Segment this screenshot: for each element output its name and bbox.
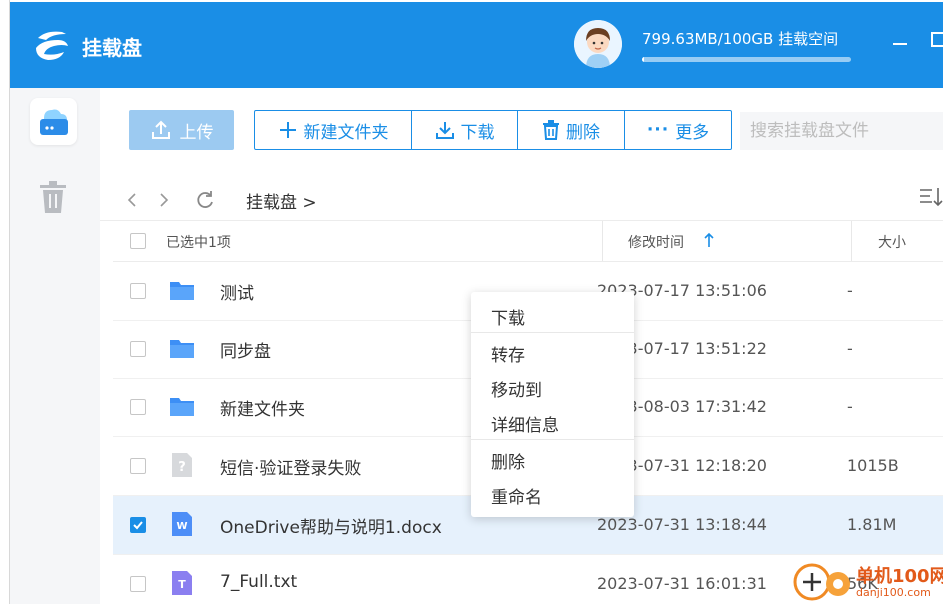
file-size: 1015B (847, 456, 899, 475)
more-dots-icon: ··· (646, 120, 670, 140)
breadcrumb[interactable]: 挂载盘 > (246, 188, 317, 213)
folder-icon (170, 398, 194, 416)
menu-item-details[interactable]: 详细信息 (491, 411, 559, 436)
file-name: OneDrive帮助与说明1.docx (220, 518, 442, 538)
menu-separator (471, 332, 634, 333)
table-header: 已选中1项 修改时间 大小 (113, 221, 943, 262)
column-divider[interactable] (602, 221, 603, 261)
select-all-checkbox[interactable] (130, 233, 146, 249)
new-folder-label: 新建文件夹 (303, 122, 389, 143)
new-folder-button[interactable]: 新建文件夹 (255, 111, 412, 149)
text-file-icon: T (172, 571, 192, 595)
file-name: 短信·验证登录失败 (220, 459, 362, 479)
breadcrumb-current: 挂载盘 (246, 193, 297, 213)
breadcrumb-separator: > (302, 193, 317, 213)
sort-asc-arrow-icon[interactable] (703, 232, 715, 248)
file-name: 新建文件夹 (220, 400, 305, 420)
row-checkbox[interactable] (130, 283, 146, 299)
file-name: 7_Full.txt (220, 572, 298, 592)
watermark-domain: danji100.com (856, 586, 931, 599)
delete-icon (543, 120, 559, 140)
download-button[interactable]: 下载 (412, 111, 518, 149)
svg-text:T: T (178, 578, 186, 591)
navigation-row: 挂载盘 > (100, 176, 943, 221)
menu-item-download[interactable]: 下载 (491, 304, 525, 329)
folder-icon (170, 282, 194, 300)
file-name: 测试 (220, 284, 254, 304)
column-modified-time[interactable]: 修改时间 (628, 232, 684, 252)
avatar-face-icon (574, 20, 622, 68)
refresh-icon[interactable] (194, 189, 216, 211)
upload-label: 上传 (179, 122, 214, 143)
row-checkbox[interactable] (130, 517, 146, 533)
minimize-icon[interactable] (890, 30, 910, 50)
folder-icon (170, 340, 194, 358)
word-document-icon: W (172, 512, 192, 536)
file-size: - (847, 397, 853, 416)
menu-item-delete[interactable]: 删除 (491, 448, 525, 473)
watermark-logo-icon (793, 563, 850, 601)
row-checkbox[interactable] (130, 341, 146, 357)
forward-arrow-icon[interactable] (158, 192, 170, 208)
storage-usage-text: 799.63MB/100GB 挂载空间 (642, 30, 839, 48)
action-button-group: 新建文件夹 下载 删除 ··· 更多 (254, 110, 732, 150)
search-input[interactable] (740, 112, 943, 150)
sort-list-icon[interactable] (918, 185, 943, 209)
menu-item-rename[interactable]: 重命名 (491, 483, 542, 508)
app-logo-icon (36, 31, 68, 60)
selected-count: 已选中1项 (166, 235, 231, 251)
download-label: 下载 (460, 122, 495, 143)
delete-label: 删除 (566, 122, 600, 143)
svg-text:W: W (176, 521, 187, 532)
plus-icon (279, 122, 296, 138)
more-button[interactable]: ··· 更多 (625, 111, 731, 149)
site-watermark: 单机100网 danji100.com (792, 560, 943, 604)
cloud-disk-icon (40, 109, 68, 135)
svg-text:?: ? (178, 460, 186, 475)
top-bar: 挂载盘 799.63MB/100GB 挂载空间 (10, 2, 943, 88)
window-left-edge (0, 0, 10, 604)
menu-item-save-to[interactable]: 转存 (491, 341, 525, 366)
unknown-file-icon: ? (172, 453, 192, 477)
column-size[interactable]: 大小 (878, 232, 906, 252)
user-avatar[interactable] (574, 20, 622, 68)
more-label: 更多 (675, 122, 710, 143)
back-arrow-icon[interactable] (126, 192, 138, 208)
file-size: - (847, 281, 853, 300)
menu-item-move-to[interactable]: 移动到 (491, 376, 542, 401)
download-icon (435, 122, 454, 139)
maximize-icon[interactable] (928, 30, 943, 50)
app-title: 挂载盘 (82, 36, 142, 60)
file-size: - (847, 339, 853, 358)
column-divider[interactable] (851, 221, 852, 261)
file-modified-time: 2023-07-31 13:18:44 (597, 515, 767, 534)
row-checkbox[interactable] (130, 399, 146, 415)
watermark-title: 单机100网 (856, 566, 943, 587)
upload-icon (151, 120, 170, 139)
storage-usage-fill (642, 57, 644, 62)
file-modified-time: 2023-07-31 16:01:31 (597, 574, 767, 593)
menu-separator (471, 439, 634, 440)
left-sidebar (10, 88, 100, 604)
row-checkbox[interactable] (130, 458, 146, 474)
context-menu: 下载 转存 移动到 详细信息 删除 重命名 (471, 292, 634, 517)
upload-button[interactable]: 上传 (129, 110, 234, 150)
storage-usage-bar (642, 57, 851, 62)
file-size: 1.81M (847, 515, 897, 534)
nav-mount-disk[interactable] (30, 98, 77, 145)
checkmark-icon (133, 521, 143, 530)
row-checkbox[interactable] (130, 576, 146, 592)
delete-button[interactable]: 删除 (518, 111, 625, 149)
trash-icon[interactable] (38, 180, 68, 214)
file-name: 同步盘 (220, 342, 271, 362)
